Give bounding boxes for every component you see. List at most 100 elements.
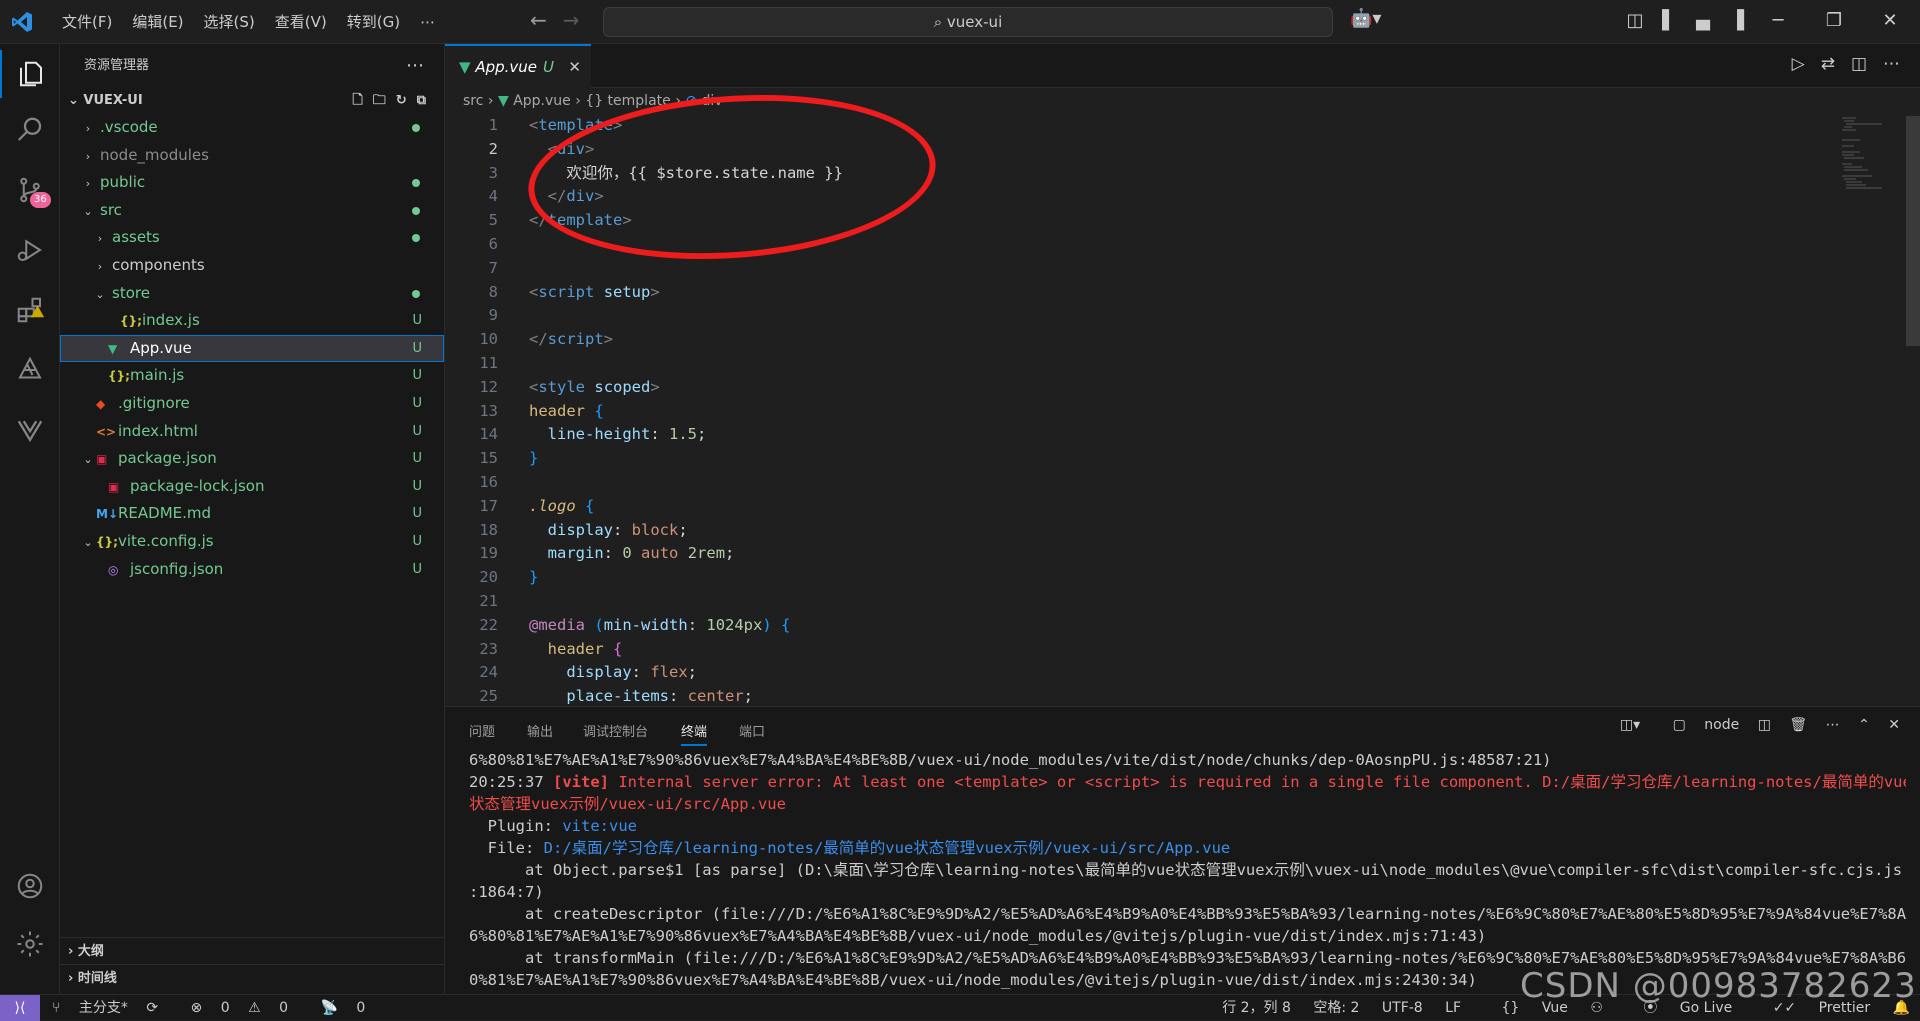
tree-item-label: .vscode — [100, 118, 158, 136]
tree-item[interactable]: ◆ .gitignore U — [60, 390, 444, 418]
collapse-all-icon[interactable]: ⧉ — [417, 93, 436, 108]
customize-layout-icon[interactable]: ◫ — [1618, 6, 1652, 36]
new-folder-icon[interactable]: 🗀 — [373, 93, 396, 108]
tree-item[interactable]: ▼ App.vue U — [60, 334, 444, 363]
indentation[interactable]: 空格: 2 — [1313, 1000, 1359, 1016]
remote-indicator-icon[interactable]: ⟩⟨ — [0, 995, 40, 1021]
remote-explorer-icon[interactable] — [0, 346, 60, 394]
source-control-icon[interactable]: 36 — [0, 166, 60, 214]
tab-status: U — [543, 58, 554, 76]
explorer-icon[interactable] — [0, 50, 60, 98]
tree-item[interactable]: ⌄ ▣ package.json U — [60, 445, 444, 473]
outline-section[interactable]: › 大纲 — [60, 937, 445, 964]
terminal-line: 6%80%81%E7%AE%A1%E7%90%86vuex%E7%A4%BA%E… — [469, 749, 1906, 771]
ports-indicator[interactable]: 📡 0 — [320, 1000, 379, 1016]
vscode-logo-icon[interactable] — [8, 10, 36, 34]
tab-output[interactable]: 输出 — [527, 721, 553, 740]
more-actions-icon[interactable]: ⋯ — [1883, 54, 1900, 74]
terminal-line-text: at createDescriptor (file:///D:/%E6%A1%8… — [469, 905, 1906, 923]
tree-item[interactable]: ⌄ {};vite.config.js U — [60, 528, 444, 556]
vue-devtools-icon[interactable] — [0, 406, 60, 454]
tree-item[interactable]: › public — [60, 169, 444, 197]
forward-arrow-icon[interactable]: → — [563, 8, 580, 32]
toggle-panel-icon[interactable]: ▄ — [1686, 6, 1720, 36]
chevron-right-icon: › — [487, 93, 498, 109]
tree-item[interactable]: ⌄ src — [60, 197, 444, 225]
split-editor-icon[interactable]: ◫ — [1851, 54, 1867, 74]
watermark: CSDN @00983782623 — [1520, 966, 1917, 1006]
tab-ports[interactable]: 端口 — [739, 721, 765, 740]
branch-indicator[interactable]: ⑂ 主分支* ⟳ — [52, 1000, 172, 1016]
command-center-text: vuex-ui — [946, 13, 1003, 31]
terminal-line: :1864:7) — [469, 881, 1906, 903]
terminal-line-text: 20:25:37 [vite] Internal server error: A… — [469, 773, 1906, 791]
eol[interactable]: LF — [1445, 1000, 1461, 1016]
tree-item[interactable]: {};main.js U — [60, 362, 444, 390]
tree-item[interactable]: › components — [60, 252, 444, 280]
menu-selection[interactable]: 选择(S) — [194, 0, 265, 44]
account-icon[interactable] — [0, 862, 60, 910]
code-line: 20} — [479, 568, 539, 587]
menu-edit[interactable]: 编辑(E) — [122, 0, 193, 44]
split-terminal-dropdown-icon[interactable]: ◫▾ — [1620, 717, 1640, 733]
tab-problems[interactable]: 问题 — [469, 721, 495, 740]
pkg-file-icon: ▣ — [96, 452, 108, 467]
toggle-sidebar-icon[interactable]: ▌ — [1652, 6, 1686, 36]
new-file-icon[interactable]: 🗋 — [352, 93, 372, 108]
restore-icon[interactable]: ❐ — [1806, 6, 1862, 36]
minimap[interactable] — [1842, 114, 1902, 204]
tab-terminal[interactable]: 终端 — [681, 721, 708, 746]
menu-more[interactable]: ⋯ — [410, 0, 445, 44]
refresh-icon[interactable]: ↻ — [396, 93, 417, 108]
timeline-section[interactable]: › 时间线 — [60, 964, 445, 991]
breadcrumb-item[interactable]: App.vue — [513, 93, 571, 109]
tab-debug-console[interactable]: 调试控制台 — [583, 721, 648, 740]
tree-item[interactable]: › .vscode — [60, 114, 444, 142]
code-line: 7 — [488, 258, 498, 277]
extensions-icon[interactable] — [0, 286, 60, 334]
tree-item[interactable]: {};index.js U — [60, 307, 444, 335]
terminal-output[interactable]: 6%80%81%E7%AE%A1%E7%90%86vuex%E7%A4%BA%E… — [445, 749, 1920, 991]
menu-go[interactable]: 转到(G) — [337, 0, 410, 44]
compare-changes-icon[interactable]: ⇄ — [1821, 54, 1835, 74]
cursor-position[interactable]: 行 2，列 8 — [1222, 1000, 1291, 1016]
search-view-icon[interactable] — [0, 106, 60, 154]
tree-item[interactable]: › node_modules — [60, 142, 444, 170]
editor-scrollbar[interactable] — [1906, 116, 1920, 346]
tree-item[interactable]: ⌄ store — [60, 280, 444, 308]
chevron-right-icon: › — [97, 259, 103, 273]
tab-app-vue[interactable]: ▼ App.vue U ✕ — [445, 44, 591, 88]
breadcrumb-item[interactable]: src — [463, 93, 483, 109]
copilot-icon[interactable]: 🤖▾ — [1350, 8, 1381, 29]
run-debug-icon[interactable] — [0, 226, 60, 274]
more-actions-icon[interactable]: ⋯ — [1826, 717, 1840, 733]
terminal-instance[interactable]: ▢ node — [1659, 717, 1740, 733]
menu-view[interactable]: 查看(V) — [265, 0, 337, 44]
tab-label: App.vue — [475, 58, 537, 76]
split-terminal-icon[interactable]: ◫ — [1758, 717, 1771, 733]
command-center-search[interactable]: ⌕ vuex-ui — [603, 7, 1333, 37]
close-panel-icon[interactable]: ✕ — [1888, 717, 1900, 733]
toggle-secondary-sidebar-icon[interactable]: ▐ — [1720, 6, 1754, 36]
settings-gear-icon[interactable] — [0, 920, 60, 968]
explorer-sidebar: 资源管理器 ⋯ ⌄ VUEX-UI 🗋🗀↻⧉ › .vscode › node_mod… — [60, 44, 445, 994]
tree-item[interactable]: ▣ package-lock.json U — [60, 473, 444, 501]
tree-item[interactable]: › assets — [60, 224, 444, 252]
modified-dot-icon — [412, 206, 420, 215]
close-tab-icon[interactable]: ✕ — [568, 46, 581, 88]
tree-item[interactable]: <> index.html U — [60, 418, 444, 446]
tree-item[interactable]: M↓README.md U — [60, 500, 444, 528]
minimize-icon[interactable]: ─ — [1750, 6, 1806, 36]
maximize-panel-icon[interactable]: ⌃ — [1858, 717, 1870, 733]
run-icon[interactable]: ▷ — [1792, 54, 1805, 74]
trash-icon[interactable]: 🗑 — [1789, 717, 1807, 733]
workspace-folder-header[interactable]: ⌄ VUEX-UI 🗋🗀↻⧉ — [60, 88, 444, 114]
more-actions-icon[interactable]: ⋯ — [406, 44, 424, 88]
menu-file[interactable]: 文件(F) — [52, 0, 122, 44]
close-window-icon[interactable]: ✕ — [1862, 6, 1918, 36]
terminal-line: 状态管理vuex示例/vuex-ui/src/App.vue — [469, 793, 1906, 815]
tree-item[interactable]: ◎ jsconfig.json U — [60, 556, 444, 584]
problems-indicator[interactable]: ⊗ 0 ⚠ 0 — [191, 1000, 303, 1016]
encoding[interactable]: UTF-8 — [1382, 1000, 1423, 1016]
back-arrow-icon[interactable]: ← — [530, 8, 547, 32]
